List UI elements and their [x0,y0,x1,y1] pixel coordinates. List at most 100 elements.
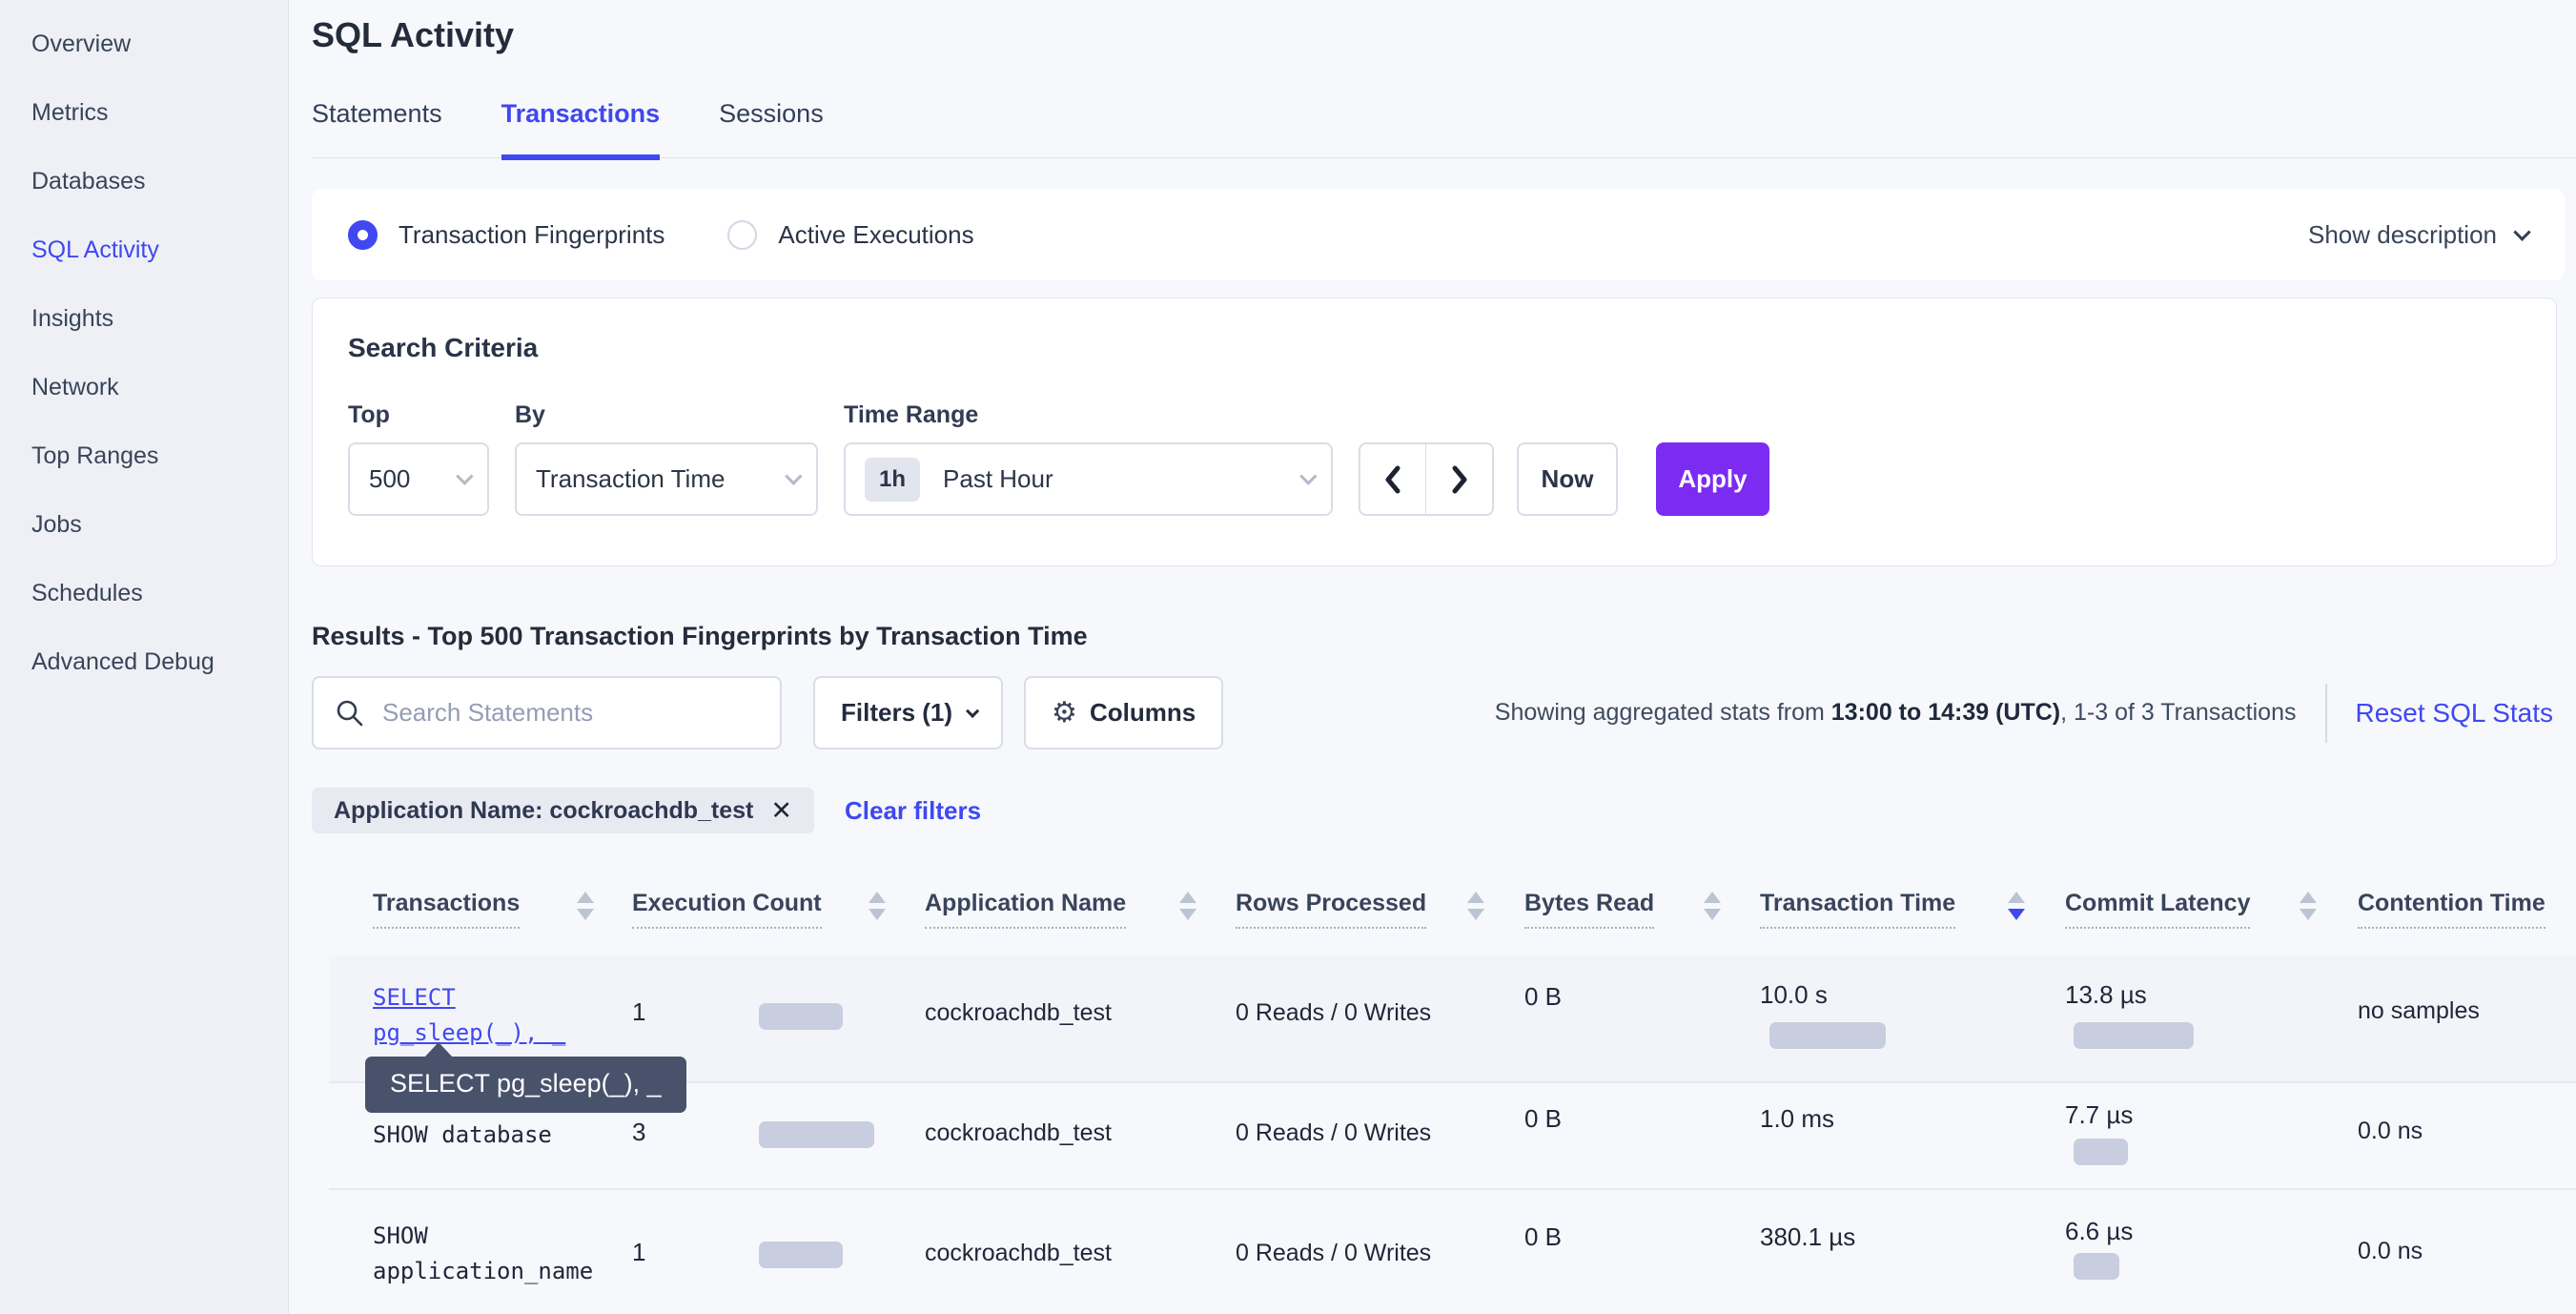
execution-count-bar [759,1242,843,1268]
execution-count-bar [759,1003,843,1030]
sort-up-icon [1704,892,1721,903]
show-description-toggle[interactable]: Show description [2308,220,2528,250]
commit-latency-value: 6.6 µs [2065,1217,2133,1246]
time-range-field: Time Range 1h Past Hour [844,401,1333,516]
column-header-label: Commit Latency [2065,890,2250,929]
radio-option-label: Transaction Fingerprints [399,220,664,250]
top-select[interactable]: 500 [348,442,489,516]
columns-button-label: Columns [1090,698,1196,728]
table-header-row: Transactions Execution Count Application N… [329,882,2576,955]
transaction-time-bar [1769,1022,1886,1049]
radio-option-active-executions[interactable]: Active Executions [727,220,973,250]
sort-down-icon [869,909,886,920]
top-label: Top [348,401,489,429]
search-statements-input[interactable] [382,698,745,728]
sidebar-item-network[interactable]: Network [0,353,288,421]
top-select-value: 500 [369,464,410,494]
tab-statements[interactable]: Statements [312,99,442,157]
sidebar-item-databases[interactable]: Databases [0,147,288,216]
rows-processed-value: 0 Reads / 0 Writes [1236,1240,1431,1267]
stats-area: Showing aggregated stats from 13:00 to 1… [1495,684,2553,743]
clear-filters-link[interactable]: Clear filters [845,796,981,826]
contention-time-value: 0.0 ns [2358,1118,2423,1145]
filter-chip[interactable]: Application Name: cockroachdb_test ✕ [312,788,814,833]
table-row: SHOW application_name1cockroachdb_test0 … [329,1190,2576,1314]
transaction-query-link[interactable]: SELECT pg_sleep(_), _ [373,980,565,1051]
rows-processed-value: 0 Reads / 0 Writes [1236,1119,1431,1147]
now-button[interactable]: Now [1517,442,1618,516]
column-header-bytes-read[interactable]: Bytes Read [1524,890,1654,917]
column-header-commit-latency[interactable]: Commit Latency [2065,890,2250,917]
transaction-time-value: 1.0 ms [1760,1104,1834,1134]
tab-transactions[interactable]: Transactions [501,99,661,160]
bytes-read-value: 0 B [1524,1104,1562,1134]
radio-option-transaction-fingerprints[interactable]: Transaction Fingerprints [348,220,664,250]
tab-sessions[interactable]: Sessions [719,99,824,157]
column-header-transactions[interactable]: Transactions [373,890,520,917]
contention-time-value: no samples [2358,997,2480,1025]
sort-arrows-icon[interactable] [2300,892,2317,920]
column-header-application-name[interactable]: Application Name [925,890,1126,917]
results-controls-row: Filters (1) ⚙ Columns Showing aggregated… [312,676,2553,749]
sort-arrows-icon[interactable] [1179,892,1196,920]
transaction-query-link[interactable]: SHOW database [373,1118,552,1153]
view-toggle-bar: Transaction Fingerprints Active Execution… [312,189,2565,280]
search-criteria-title: Search Criteria [348,333,2521,363]
column-header-contention-time[interactable]: Contention Time [2358,890,2545,917]
time-range-select[interactable]: 1h Past Hour [844,442,1333,516]
aggregated-stats-text: Showing aggregated stats from 13:00 to 1… [1495,699,2297,727]
search-criteria-row: Top 500 By Transaction Time [348,401,2521,516]
column-header-rows-processed[interactable]: Rows Processed [1236,890,1426,917]
time-step-group [1359,442,1494,516]
column-header-transaction-time[interactable]: Transaction Time [1760,890,1955,917]
tab-bar: Statements Transactions Sessions [312,99,2576,158]
vertical-divider [2325,684,2327,743]
sidebar-item-metrics[interactable]: Metrics [0,78,288,147]
sidebar-item-schedules[interactable]: Schedules [0,559,288,627]
chevron-down-icon [966,704,979,717]
sidebar-item-top-ranges[interactable]: Top Ranges [0,421,288,490]
sidebar-item-overview[interactable]: Overview [0,10,288,78]
app-window: OverviewMetricsDatabasesSQL ActivityInsi… [0,0,2576,1314]
by-select[interactable]: Transaction Time [515,442,818,516]
sort-arrows-icon[interactable] [577,892,594,920]
search-icon [335,698,365,729]
sort-arrows-icon[interactable] [2008,892,2025,920]
sidebar-item-jobs[interactable]: Jobs [0,490,288,559]
commit-latency-value: 13.8 µs [2065,980,2147,1010]
chevron-left-icon [1382,463,1403,496]
apply-button[interactable]: Apply [1656,442,1769,516]
sidebar-item-sql-activity[interactable]: SQL Activity [0,216,288,284]
filter-chip-label: Application Name: cockroachdb_test [334,797,753,825]
chevron-down-icon [456,467,473,484]
radio-unselected-icon [727,220,757,250]
sort-arrows-icon[interactable] [1704,892,1721,920]
bytes-read-value: 0 B [1524,1222,1562,1252]
sort-down-icon [1467,909,1484,920]
filters-button[interactable]: Filters (1) [813,676,1003,749]
next-time-button[interactable] [1426,444,1492,514]
chevron-down-icon [1299,467,1317,484]
bytes-read-value: 0 B [1524,982,1562,1012]
search-criteria-card: Search Criteria Top 500 By Transaction T… [312,298,2557,566]
top-field: Top 500 [348,401,489,516]
columns-button[interactable]: ⚙ Columns [1024,676,1223,749]
sort-arrows-icon[interactable] [869,892,886,920]
column-header-execution-count[interactable]: Execution Count [632,890,822,917]
execution-count-value: 1 [632,997,645,1027]
column-header-label: Transaction Time [1760,890,1955,929]
column-header-label: Bytes Read [1524,890,1654,929]
execution-count-value: 1 [632,1238,645,1267]
time-range-value: Past Hour [943,464,1053,494]
sidebar-item-advanced-debug[interactable]: Advanced Debug [0,627,288,696]
previous-time-button[interactable] [1360,444,1426,514]
transaction-query-link[interactable]: SHOW application_name [373,1219,593,1289]
sort-arrows-icon[interactable] [1467,892,1484,920]
commit-latency-value: 7.7 µs [2065,1100,2133,1130]
sidebar-item-insights[interactable]: Insights [0,284,288,353]
radio-selected-icon [348,220,378,250]
sort-up-icon [1179,892,1196,903]
reset-sql-stats-link[interactable]: Reset SQL Stats [2356,698,2554,729]
remove-filter-icon[interactable]: ✕ [770,796,792,826]
filters-button-label: Filters (1) [841,698,952,728]
